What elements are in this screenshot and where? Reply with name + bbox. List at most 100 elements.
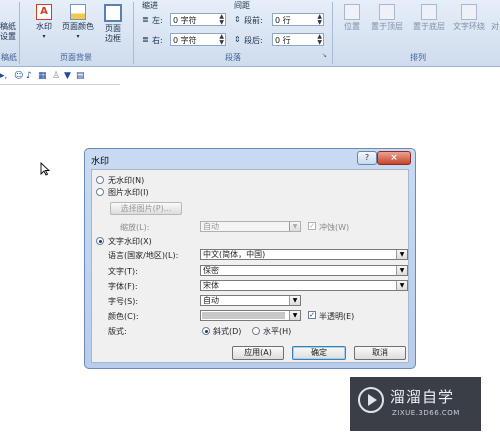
semitransparent-label: 半透明(E) (319, 312, 355, 321)
chevron-down-icon[interactable]: ▼ (396, 281, 407, 290)
bring-to-front-icon (379, 4, 395, 20)
picture-watermark-label: 图片水印(I) (108, 188, 149, 197)
divider (133, 2, 134, 64)
spinner-arrows-icon[interactable]: ▲ ▼ (219, 14, 224, 26)
draft-paper-group-label: 稿纸 (1, 53, 17, 62)
microphone-icon[interactable]: ♪ (26, 71, 32, 81)
arrange-group-label: 排列 (410, 53, 426, 62)
indent-left-icon: ≣ (142, 15, 149, 24)
text-select[interactable]: 保密 ▼ (200, 265, 408, 276)
spacing-header: 间距 (234, 1, 250, 10)
format-icon[interactable]: ▸, (0, 71, 7, 81)
select-picture-button[interactable]: 选择图片(P)... (110, 202, 182, 215)
size-label: 字号(S): (108, 297, 139, 306)
bring-to-front-label: 置于顶层 (371, 22, 403, 31)
draft-paper-label-1: 稿纸 (0, 22, 16, 31)
chevron-down-icon[interactable]: ▼ (289, 222, 300, 231)
play-logo-icon (358, 387, 384, 413)
text-watermark-radio[interactable] (96, 237, 104, 245)
shirt-icon[interactable]: ▼ (64, 71, 71, 81)
position-button[interactable]: 位置 (340, 4, 364, 32)
page-color-button[interactable]: 页面颜色 ▾ (60, 4, 96, 42)
chevron-down-icon[interactable]: ▼ (289, 311, 300, 320)
cancel-button[interactable]: 取消 (354, 346, 406, 360)
ribbon: 稿纸 设置 稿纸 A 水印 ▾ 页面颜色 ▾ 页面 边框 页面背景 缩进 ≣ 左… (0, 0, 500, 67)
text-wrap-button[interactable]: 文字环绕 (450, 4, 488, 32)
indent-right-label: 右: (152, 36, 163, 45)
spinner-arrows-icon[interactable]: ▲ ▼ (317, 14, 322, 26)
mouse-cursor-icon (40, 162, 50, 176)
spacing-after-spinner[interactable]: 0 行 ▲ ▼ (272, 33, 324, 46)
dialog-title: 水印 (91, 157, 110, 167)
washout-checkbox[interactable]: ✓ (308, 222, 316, 230)
text-wrap-icon (461, 4, 477, 20)
picture-watermark-radio[interactable] (96, 188, 104, 196)
indent-right-value: 0 字符 (173, 36, 197, 45)
indent-header: 缩进 (142, 1, 158, 10)
horizontal-label: 水平(H) (263, 327, 292, 336)
user-icon[interactable]: ♙ (52, 71, 60, 81)
send-to-back-icon (421, 4, 437, 20)
draft-paper-settings-button[interactable]: 稿纸 设置 (0, 22, 16, 42)
text-wrap-label: 文字环绕 (453, 22, 485, 31)
language-select[interactable]: 中文(简体，中国) ▼ (200, 249, 408, 260)
semitransparent-checkbox[interactable]: ✓ (308, 311, 316, 319)
watermark-button[interactable]: A 水印 ▾ (30, 4, 58, 42)
send-to-back-button[interactable]: 置于底层 (410, 4, 448, 32)
language-value: 中文(简体，中国) (203, 250, 266, 259)
spacing-before-value: 0 行 (275, 16, 291, 25)
spacing-before-label: 段前: (244, 16, 263, 25)
chevron-down-icon[interactable]: ▼ (396, 266, 407, 275)
scale-select[interactable]: 自动 ▼ (200, 221, 301, 232)
position-icon (344, 4, 360, 20)
grid-icon[interactable]: ▤ (76, 71, 85, 81)
dialog-launcher-icon[interactable]: ↘ (322, 52, 327, 59)
chevron-down-icon[interactable]: ▼ (396, 250, 407, 259)
font-label: 字体(F): (108, 282, 138, 291)
ok-button[interactable]: 确定 (292, 346, 346, 360)
quick-toolbar: ▸, ☺ ♪ ▦ ♙ ▼ ▤ (0, 70, 120, 85)
no-watermark-label: 无水印(N) (108, 176, 145, 185)
page-border-icon (104, 4, 122, 22)
emoji-icon[interactable]: ☺ (14, 71, 23, 81)
keyboard-icon[interactable]: ▦ (38, 71, 47, 81)
divider (19, 2, 20, 64)
indent-left-label: 左: (152, 16, 163, 25)
layout-label: 版式: (108, 327, 127, 336)
page-border-button[interactable]: 页面 边框 (102, 4, 124, 44)
spinner-arrows-icon[interactable]: ▲ ▼ (317, 34, 322, 46)
close-button[interactable]: × (377, 151, 411, 165)
indent-left-value: 0 字符 (173, 16, 197, 25)
cancel-label: 取消 (372, 348, 388, 357)
spacing-after-label: 段后: (244, 36, 263, 45)
watermark-icon: A (36, 4, 52, 20)
watermark-dialog: 水印 ? × 无水印(N) 图片水印(I) 选择图片(P)... 缩放(L): … (84, 148, 416, 369)
color-select[interactable]: ▼ (200, 310, 301, 321)
diagonal-radio[interactable] (202, 327, 210, 335)
ok-label: 确定 (311, 348, 327, 357)
size-select[interactable]: 自动 ▼ (200, 295, 301, 306)
spacing-before-spinner[interactable]: 0 行 ▲ ▼ (272, 13, 324, 26)
horizontal-radio[interactable] (252, 327, 260, 335)
chevron-down-icon[interactable]: ▼ (289, 296, 300, 305)
chevron-down-icon: ▾ (76, 33, 80, 40)
color-label: 颜色(C): (108, 312, 139, 321)
font-select[interactable]: 宋体 ▼ (200, 280, 408, 291)
language-label: 语言(国家/地区)(L): (108, 251, 179, 260)
send-to-back-label: 置于底层 (413, 22, 445, 31)
indent-left-spinner[interactable]: 0 字符 ▲ ▼ (170, 13, 226, 26)
scale-value: 自动 (203, 222, 219, 231)
dialog-body: 无水印(N) 图片水印(I) 选择图片(P)... 缩放(L): 自动 ▼ ✓ … (91, 169, 409, 363)
page-background-group-label: 页面背景 (60, 53, 92, 62)
scale-label: 缩放(L): (120, 223, 150, 232)
bring-to-front-button[interactable]: 置于顶层 (368, 4, 406, 32)
indent-right-spinner[interactable]: 0 字符 ▲ ▼ (170, 33, 226, 46)
spinner-arrows-icon[interactable]: ▲ ▼ (219, 34, 224, 46)
align-button[interactable]: 对 (490, 22, 500, 32)
apply-button[interactable]: 应用(A) (232, 346, 284, 360)
washout-label: 冲蚀(W) (319, 223, 350, 232)
help-button[interactable]: ? (357, 151, 377, 165)
close-icon: × (390, 153, 398, 163)
no-watermark-radio[interactable] (96, 176, 104, 184)
text-value: 保密 (203, 266, 219, 275)
